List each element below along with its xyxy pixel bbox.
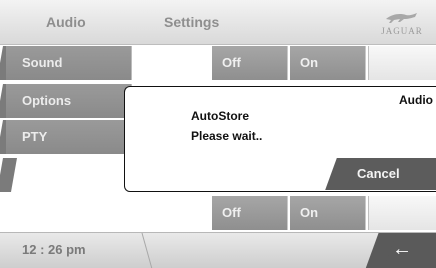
back-button[interactable]: ← bbox=[365, 233, 436, 268]
tab-audio[interactable]: Audio bbox=[46, 14, 86, 30]
row-filler bbox=[368, 196, 436, 230]
clock-display: 12 : 26 pm bbox=[22, 242, 86, 257]
row5-off-toggle[interactable]: Off bbox=[212, 196, 288, 230]
leaper-icon bbox=[386, 13, 417, 23]
sound-off-toggle[interactable]: Off bbox=[212, 46, 288, 80]
menu-item-label: Sound bbox=[22, 55, 63, 70]
tab-settings[interactable]: Settings bbox=[164, 14, 219, 30]
toggle-label: Off bbox=[222, 55, 241, 70]
footer-divider bbox=[141, 233, 153, 268]
brand-wordmark: JAGUAR bbox=[381, 26, 423, 36]
header-bar: Audio Settings JAGUAR bbox=[0, 0, 436, 45]
sound-on-toggle[interactable]: On bbox=[290, 46, 366, 80]
dialog-message-title: AutoStore bbox=[191, 109, 249, 123]
toggle-label: Off bbox=[222, 205, 241, 220]
autostore-dialog: Audio AutoStore Please wait.. Cancel bbox=[124, 86, 436, 192]
cancel-button[interactable]: Cancel bbox=[345, 158, 436, 190]
menu-edge bbox=[0, 158, 17, 192]
toggle-label: On bbox=[300, 205, 319, 220]
jaguar-logo: JAGUAR bbox=[376, 8, 428, 40]
row-filler bbox=[368, 46, 436, 80]
menu-item-sound[interactable]: Sound bbox=[6, 46, 132, 80]
audio-settings-screen: Audio Settings JAGUAR Sound Off On Optio… bbox=[0, 0, 436, 268]
toggle-label: On bbox=[300, 55, 319, 70]
menu-item-label: Options bbox=[22, 93, 72, 108]
row5-on-toggle[interactable]: On bbox=[290, 196, 366, 230]
back-arrow-icon: ← bbox=[392, 238, 412, 260]
dialog-message-status: Please wait.. bbox=[191, 129, 263, 143]
menu-item-options[interactable]: Options bbox=[6, 84, 132, 118]
dialog-title: Audio bbox=[399, 93, 433, 107]
menu-item-pty[interactable]: PTY bbox=[6, 120, 132, 154]
menu-item-label: PTY bbox=[22, 129, 48, 144]
footer-bar: 12 : 26 pm ← bbox=[0, 232, 436, 268]
